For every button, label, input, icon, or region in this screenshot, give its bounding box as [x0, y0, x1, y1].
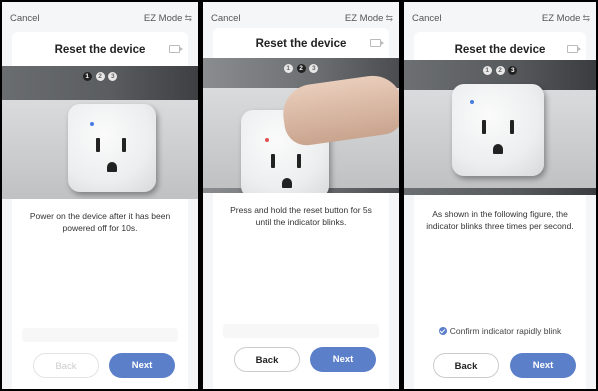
outlet-ground: [107, 162, 117, 172]
back-button[interactable]: Back: [234, 347, 300, 372]
page-title: Reset the device: [255, 38, 347, 50]
indicator-led: [265, 138, 269, 142]
step-indicator: 1 2 3: [203, 64, 399, 73]
confirm-blink-checkbox[interactable]: Confirm indicator rapidly blink: [414, 326, 586, 336]
smart-plug: [68, 104, 156, 192]
step-dot-2: 2: [495, 66, 505, 75]
screen-step-1: Cancel EZ Mode ⇆ Reset the device 1 2 3 P…: [2, 2, 198, 389]
step-dot-3: 3: [108, 72, 118, 81]
step-dot-1: 1: [283, 64, 293, 73]
step-dot-3: 3: [309, 64, 319, 73]
smart-plug: [452, 84, 544, 176]
outlet-ground: [493, 144, 503, 154]
cancel-button[interactable]: Cancel: [211, 13, 241, 24]
video-icon[interactable]: [169, 45, 183, 53]
content-card: Reset the device 1 2 3 As shown in the f…: [404, 32, 596, 389]
checkmark-icon: [438, 327, 447, 335]
step-dot-2: 2: [296, 64, 306, 73]
outlet-slot-right: [510, 120, 514, 134]
next-button[interactable]: Next: [510, 353, 576, 378]
mode-label: EZ Mode: [344, 13, 384, 24]
back-button[interactable]: Back: [33, 353, 99, 378]
instruction-text: As shown in the following figure, the in…: [426, 209, 574, 231]
step-indicator: 1 2 3: [404, 66, 596, 75]
page-title: Reset the device: [454, 44, 546, 56]
outlet-slot-right: [122, 138, 126, 152]
step-dot-3: 3: [508, 66, 518, 75]
indicator-led: [90, 122, 94, 126]
instruction-image: 1 2 3: [2, 66, 198, 199]
outlet-slot-left: [271, 154, 275, 168]
instruction-image: 1 2 3: [404, 60, 596, 195]
step-dot-2: 2: [95, 72, 105, 81]
ez-mode-switch[interactable]: EZ Mode ⇆: [542, 13, 590, 24]
video-icon[interactable]: [370, 39, 384, 47]
content-card: Reset the device 1 2 3 Power on the devi…: [2, 32, 198, 389]
instruction-image: 1 2 3: [203, 58, 399, 193]
confirm-label: Confirm indicator rapidly blink: [449, 326, 562, 336]
video-icon[interactable]: [567, 45, 581, 53]
top-bar: Cancel EZ Mode ⇆: [404, 2, 596, 30]
step-indicator: 1 2 3: [2, 72, 198, 81]
page-title: Reset the device: [54, 44, 146, 56]
outlet-slot-right: [297, 154, 301, 168]
mode-label: EZ Mode: [143, 13, 183, 24]
top-bar: Cancel EZ Mode ⇆: [203, 2, 399, 30]
outlet-slot-left: [482, 120, 486, 134]
content-card: Reset the device 1 2 3 Press and hold th…: [203, 28, 399, 389]
top-bar: Cancel EZ Mode ⇆: [2, 2, 198, 30]
cancel-button[interactable]: Cancel: [10, 13, 40, 24]
screen-step-2: Cancel EZ Mode ⇆ Reset the device 1 2 3 P…: [203, 2, 399, 389]
instruction-text: Press and hold the reset button for 5s u…: [230, 205, 372, 227]
next-button[interactable]: Next: [310, 347, 376, 372]
swap-icon: ⇆: [184, 13, 192, 23]
step-dot-1: 1: [82, 72, 92, 81]
instruction-text: Power on the device after it has been po…: [29, 211, 171, 233]
placeholder-area: [223, 324, 379, 338]
cancel-button[interactable]: Cancel: [412, 13, 442, 24]
swap-icon: ⇆: [385, 13, 393, 23]
swap-icon: ⇆: [582, 13, 590, 23]
back-button[interactable]: Back: [433, 353, 499, 378]
ez-mode-switch[interactable]: EZ Mode ⇆: [144, 13, 192, 24]
placeholder-area: [22, 328, 178, 342]
outlet-ground: [282, 178, 292, 188]
outlet-slot-left: [96, 138, 100, 152]
mode-label: EZ Mode: [541, 13, 581, 24]
ez-mode-switch[interactable]: EZ Mode ⇆: [345, 13, 393, 24]
indicator-led: [470, 100, 474, 104]
next-button[interactable]: Next: [109, 353, 175, 378]
screen-step-3: Cancel EZ Mode ⇆ Reset the device 1 2 3 A…: [404, 2, 596, 389]
step-dot-1: 1: [482, 66, 492, 75]
